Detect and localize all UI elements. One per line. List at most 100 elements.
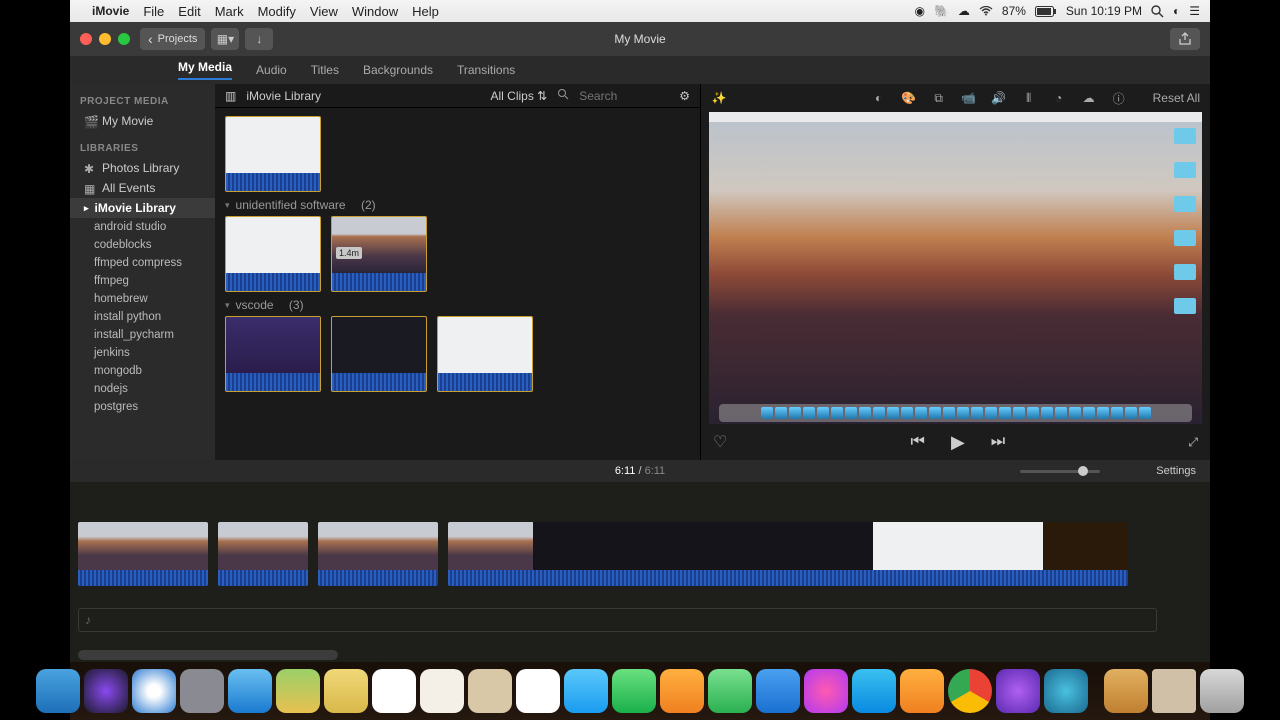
- dock-app-siri[interactable]: [84, 669, 128, 713]
- clip-thumbnail[interactable]: [225, 316, 321, 392]
- menu-edit[interactable]: Edit: [178, 4, 200, 19]
- window-traffic-lights[interactable]: [80, 33, 130, 45]
- timeline-scrollbar[interactable]: [78, 650, 338, 660]
- sidebar-event[interactable]: install_pycharm: [70, 326, 215, 344]
- timeline-clip[interactable]: [78, 522, 208, 586]
- wifi-icon[interactable]: [979, 6, 993, 16]
- dock-app-pages[interactable]: [660, 669, 704, 713]
- clip-thumbnail[interactable]: [331, 316, 427, 392]
- noise-reduction-icon[interactable]: ⦀: [1021, 90, 1037, 106]
- siri-icon[interactable]: ◐: [1173, 4, 1180, 18]
- dock-app-photos[interactable]: [516, 669, 560, 713]
- sidebar-imovie-library[interactable]: ▸iMovie Library: [70, 198, 215, 218]
- menu-help[interactable]: Help: [412, 4, 439, 19]
- notification-center-icon[interactable]: ☰: [1189, 4, 1200, 18]
- timeline-clip[interactable]: [318, 522, 438, 586]
- video-track[interactable]: [78, 522, 1202, 600]
- dock-app-itunes[interactable]: [804, 669, 848, 713]
- color-correction-icon[interactable]: 🎨: [901, 90, 917, 106]
- dock-app-finder[interactable]: [36, 669, 80, 713]
- browser-library-label[interactable]: iMovie Library: [246, 89, 321, 103]
- dock-app-safari[interactable]: [132, 669, 176, 713]
- dock-app-ibooks[interactable]: [900, 669, 944, 713]
- menu-file[interactable]: File: [143, 4, 164, 19]
- search-input[interactable]: [579, 89, 669, 103]
- back-to-projects-button[interactable]: Projects: [140, 28, 205, 50]
- dock-app-quicktime[interactable]: [1044, 669, 1088, 713]
- sidebar-event[interactable]: ffmpeg: [70, 272, 215, 290]
- tab-transitions[interactable]: Transitions: [457, 63, 515, 77]
- clip-group-header[interactable]: vscode (3): [225, 298, 690, 312]
- status-icon[interactable]: ◉: [914, 4, 924, 18]
- tab-backgrounds[interactable]: Backgrounds: [363, 63, 433, 77]
- dock-app-facetime[interactable]: [612, 669, 656, 713]
- dock-app-mail[interactable]: [228, 669, 272, 713]
- menu-window[interactable]: Window: [352, 4, 398, 19]
- dock-app-keynote[interactable]: [756, 669, 800, 713]
- layout-toggle-button[interactable]: ▦▾: [211, 28, 239, 50]
- browser-settings-icon[interactable]: ⚙: [679, 89, 690, 103]
- clip-thumbnail[interactable]: [437, 316, 533, 392]
- sidebar-event[interactable]: jenkins: [70, 344, 215, 362]
- next-button[interactable]: ⏭: [991, 433, 1005, 451]
- timeline-clip[interactable]: [218, 522, 308, 586]
- zoom-slider[interactable]: [1020, 470, 1100, 473]
- sidebar-event[interactable]: ffmped compress: [70, 254, 215, 272]
- sidebar-all-events[interactable]: ▦All Events: [70, 178, 215, 198]
- dock-app-contacts[interactable]: [468, 669, 512, 713]
- dock-app-appstore[interactable]: [852, 669, 896, 713]
- speed-icon[interactable]: ◔: [1051, 90, 1067, 106]
- status-icon[interactable]: 🐘: [934, 4, 949, 18]
- dock-app-launchpad[interactable]: [180, 669, 224, 713]
- menu-modify[interactable]: Modify: [258, 4, 296, 19]
- clip-filter-dropdown[interactable]: All Clips ⇅: [491, 89, 548, 103]
- sidebar-event[interactable]: codeblocks: [70, 236, 215, 254]
- stabilization-icon[interactable]: 📹: [961, 90, 977, 106]
- clip-thumbnail[interactable]: [225, 116, 321, 192]
- play-button[interactable]: ▶: [951, 432, 965, 453]
- info-icon[interactable]: ⓘ: [1111, 90, 1127, 106]
- sidebar-event[interactable]: install python: [70, 308, 215, 326]
- sidebar-toggle-icon[interactable]: ▥: [225, 89, 236, 103]
- dock-app-imovie[interactable]: [996, 669, 1040, 713]
- timeline-settings-button[interactable]: Settings: [1156, 465, 1196, 477]
- tab-my-media[interactable]: My Media: [178, 60, 232, 80]
- clip-filter-icon[interactable]: ☁: [1081, 90, 1097, 106]
- app-menu[interactable]: iMovie: [92, 4, 129, 18]
- clip-group-header[interactable]: unidentified software (2): [225, 198, 690, 212]
- favorite-icon[interactable]: ♡: [713, 432, 727, 452]
- audio-track[interactable]: ♪: [78, 608, 1157, 632]
- sidebar-photos-library[interactable]: ✱Photos Library: [70, 158, 215, 178]
- timeline-clip[interactable]: [448, 522, 1128, 586]
- clip-thumbnail[interactable]: [225, 216, 321, 292]
- tab-audio[interactable]: Audio: [256, 63, 287, 77]
- tab-titles[interactable]: Titles: [311, 63, 339, 77]
- menu-view[interactable]: View: [310, 4, 338, 19]
- status-icon[interactable]: ☁: [958, 4, 970, 18]
- dock-folder[interactable]: [1152, 669, 1196, 713]
- dock-app-maps[interactable]: [276, 669, 320, 713]
- dock-app-messages[interactable]: [564, 669, 608, 713]
- sidebar-event[interactable]: homebrew: [70, 290, 215, 308]
- crop-icon[interactable]: ⧉: [931, 90, 947, 106]
- prev-button[interactable]: ⏮: [911, 433, 925, 451]
- fullscreen-icon[interactable]: ⤢: [1188, 435, 1198, 450]
- sidebar-event[interactable]: nodejs: [70, 380, 215, 398]
- share-button[interactable]: [1170, 28, 1200, 50]
- sidebar-event[interactable]: mongodb: [70, 362, 215, 380]
- timeline[interactable]: ♪: [70, 482, 1210, 662]
- color-balance-icon[interactable]: ◐: [871, 90, 887, 106]
- spotlight-icon[interactable]: [1151, 5, 1164, 18]
- dock-app-numbers[interactable]: [708, 669, 752, 713]
- enhance-icon[interactable]: ✨: [711, 90, 727, 106]
- reset-all-button[interactable]: Reset All: [1153, 91, 1200, 105]
- volume-icon[interactable]: 🔊: [991, 90, 1007, 106]
- dock-app-calendar[interactable]: [372, 669, 416, 713]
- preview-canvas[interactable]: [709, 112, 1202, 424]
- dock-app-chrome[interactable]: [948, 669, 992, 713]
- sidebar-event[interactable]: postgres: [70, 398, 215, 416]
- sidebar-project[interactable]: 🎬My Movie: [70, 111, 215, 131]
- dock-trash[interactable]: [1200, 669, 1244, 713]
- clip-thumbnail[interactable]: 1.4m: [331, 216, 427, 292]
- menu-mark[interactable]: Mark: [215, 4, 244, 19]
